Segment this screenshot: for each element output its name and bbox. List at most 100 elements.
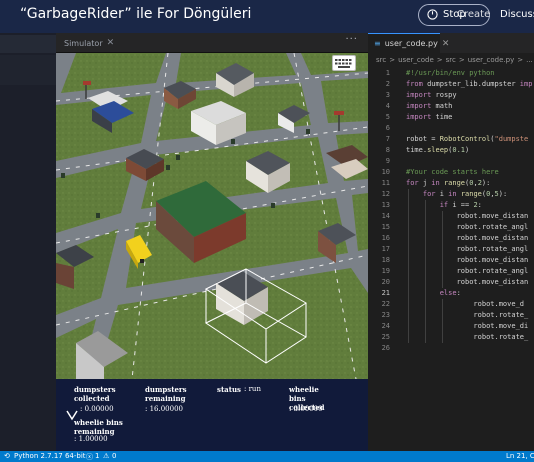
code-token: imp (519, 80, 533, 88)
stop-icon (427, 9, 438, 20)
wheelie-remaining-value: : 1.00000 (74, 435, 108, 443)
code-editor[interactable]: 1 2 3 4 5 6 7 8 9 10 11 12 13 14 15 16 17 18 19 20 21 22 23 24 2… (368, 67, 534, 451)
close-icon[interactable]: ✕ (107, 38, 115, 48)
line-number: 11 (381, 179, 390, 187)
code-token: ): (498, 190, 508, 198)
code-line[interactable]: #!/usr/bin/env python (406, 68, 495, 79)
breadcrumb-item[interactable]: ... (526, 56, 533, 64)
code-token: ) (465, 146, 470, 154)
line-number: 7 (385, 135, 390, 143)
code-token: RobotControl (439, 135, 491, 143)
code-line[interactable]: #Your code starts here (406, 167, 499, 178)
line-number: 24 (381, 322, 390, 330)
code-line[interactable]: for j in range(0,2): (406, 178, 490, 189)
code-line[interactable]: time.sleep(0.1) (406, 145, 469, 156)
line-number: 10 (381, 168, 390, 176)
more-options-icon[interactable]: ··· (345, 34, 358, 45)
dumpsters-remaining-value: : 16.00000 (145, 405, 183, 413)
breadcrumb-item[interactable]: src (376, 56, 386, 64)
stop-button[interactable]: Stop Create (418, 4, 490, 26)
cursor-position[interactable]: Ln 21, Co (506, 452, 534, 460)
discuss-link[interactable]: Discuss (500, 9, 534, 20)
app-header: “GarbageRider” ile For Döngüleri Stop Cr… (0, 0, 534, 33)
breadcrumb: src > user_code > src > user_code.py >... (368, 53, 534, 67)
breadcrumb-item[interactable]: src (446, 56, 456, 64)
code-token: import (406, 102, 436, 110)
status-label: status (217, 385, 241, 394)
line-number: 16 (381, 234, 390, 242)
sync-icon[interactable]: ⟲ (4, 452, 10, 460)
breadcrumb-item[interactable]: user_code (398, 56, 434, 64)
code-token: from (406, 80, 428, 88)
line-number: 21 (381, 289, 390, 297)
line-number-gutter: 1 2 3 4 5 6 7 8 9 10 11 12 13 14 15 16 17 18 19 20 21 22 23 24 2… (368, 67, 392, 451)
code-token: sleep (427, 146, 449, 154)
code-token: robot = (406, 135, 440, 143)
line-number: 8 (385, 146, 390, 154)
breadcrumb-item[interactable]: user_code.py (468, 56, 514, 64)
tab-simulator[interactable]: Simulator ✕ (60, 35, 118, 51)
dumpsters-collected-value: : 0.00000 (80, 405, 114, 413)
code-line[interactable]: import time (406, 112, 452, 123)
code-token: if (439, 201, 453, 209)
breadcrumb-separator: > (517, 56, 524, 64)
code-token: import (406, 113, 436, 121)
code-token: i (439, 190, 449, 198)
code-line[interactable]: import math (406, 101, 452, 112)
code-token: import (406, 91, 436, 99)
code-token: ): (481, 179, 491, 187)
line-number: 22 (381, 300, 390, 308)
code-token: : (456, 289, 461, 297)
breadcrumb-separator: > (436, 56, 443, 64)
line-number: 6 (385, 124, 390, 132)
code-token: for (422, 190, 440, 198)
close-icon[interactable]: ✕ (442, 39, 450, 49)
line-number: 25 (381, 333, 390, 341)
indent-guide (408, 189, 409, 343)
error-count: 1 (95, 452, 100, 460)
line-number: 19 (381, 267, 390, 275)
line-number: 4 (385, 102, 390, 110)
warning-icon[interactable]: ⚠ (103, 452, 109, 460)
python-interpreter[interactable]: Python 2.7.17 64-bit (14, 452, 86, 460)
page-title: “GarbageRider” ile For Döngüleri (20, 6, 252, 22)
line-number: 14 (381, 212, 390, 220)
code-line[interactable]: robot = RobotControl("dumpste (406, 134, 528, 145)
simulation-stats: dumpsters collected : 0.00000 dumpsters … (56, 379, 368, 451)
line-number: 17 (381, 245, 390, 253)
code-token: else (439, 289, 457, 297)
code-line[interactable]: for i in range(0,5): (406, 189, 507, 200)
dumpsters-collected-label: dumpsters collected (74, 385, 116, 403)
left-panel-section (0, 55, 56, 85)
keyboard-icon[interactable] (332, 55, 356, 71)
indent-guide (442, 211, 443, 288)
python-file-icon: ≡ (374, 39, 381, 48)
indent-guide (425, 200, 426, 343)
line-number: 26 (381, 344, 390, 352)
left-panel-header (0, 35, 56, 53)
breadcrumb-separator: > (458, 56, 465, 64)
code-line[interactable]: robot.move_d (406, 299, 524, 310)
code-token: #!/usr/bin/env python (406, 69, 495, 77)
cursor-chevron-icon (66, 410, 78, 421)
code-token: i == (452, 201, 474, 209)
line-number: 15 (381, 223, 390, 231)
simulator-tab-label: Simulator (64, 38, 103, 48)
code-token: rospy (435, 91, 457, 99)
code-token: in (431, 179, 444, 187)
code-line[interactable]: if i == 2: (406, 200, 482, 211)
code-line[interactable]: from dumpster_lib.dumpster imp (406, 79, 532, 90)
dumpsters-remaining-label: dumpsters remaining (145, 385, 187, 403)
error-icon[interactable]: ⓧ (86, 452, 93, 462)
code-token: math (435, 102, 453, 110)
breadcrumb-separator: > (389, 56, 396, 64)
line-number: 18 (381, 256, 390, 264)
code-token: time (435, 113, 453, 121)
simulator-viewport[interactable] (56, 53, 368, 379)
code-line[interactable]: import rospy (406, 90, 457, 101)
code-token: for (406, 179, 423, 187)
tab-user-code[interactable]: ≡ user_code.py ✕ (368, 33, 449, 53)
code-line[interactable]: else: (406, 288, 461, 299)
